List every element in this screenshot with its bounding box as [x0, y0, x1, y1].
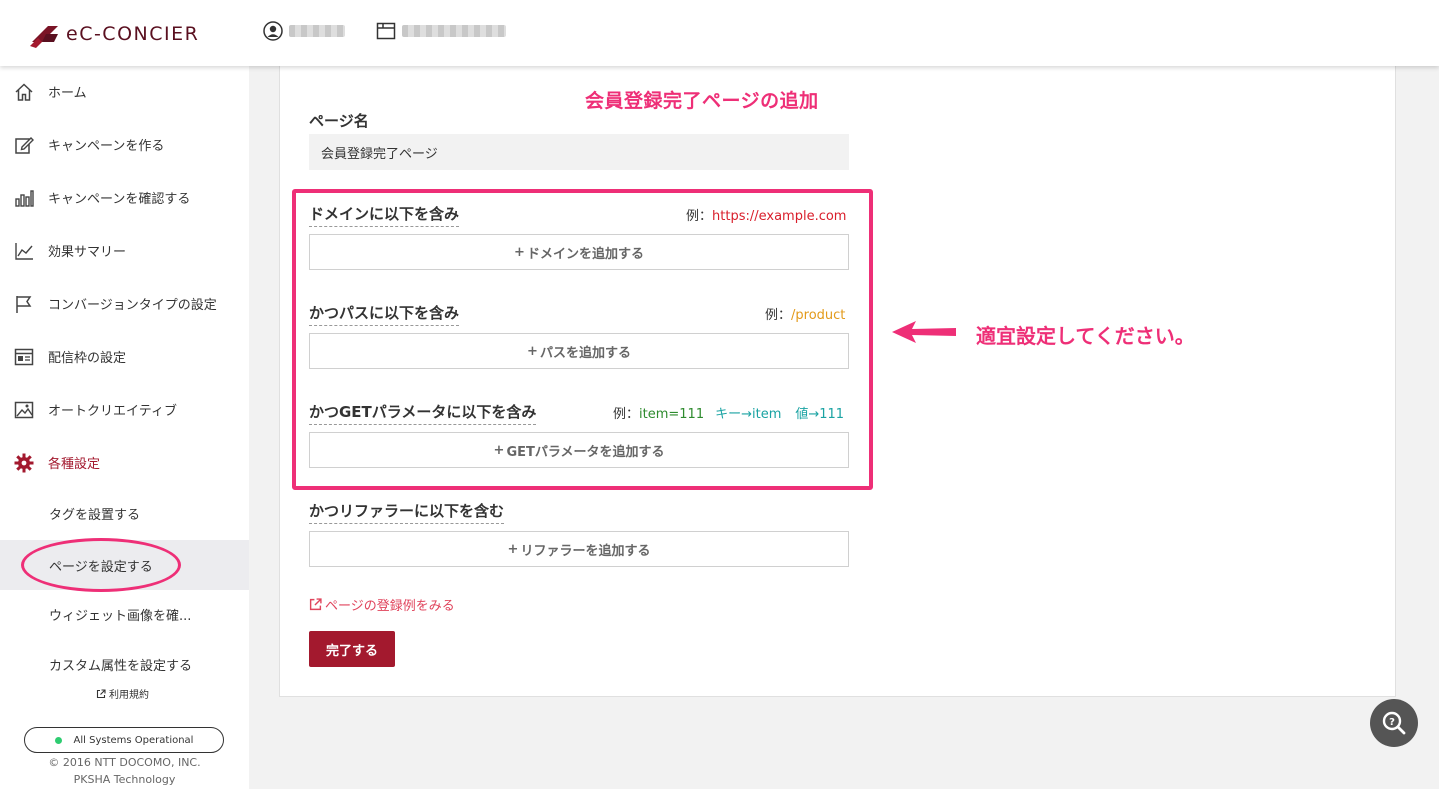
add-domain-label: ドメインを追加する [526, 246, 644, 262]
sidebar-item-settings[interactable]: 各種設定 [0, 436, 249, 489]
sidebar-subitem-widget[interactable]: ウィジェット画像を確... [0, 589, 249, 639]
add-referrer-label: リファラーを追加する [520, 543, 651, 559]
flag-icon [13, 293, 35, 315]
domain-example-value: https://example.com [712, 209, 847, 224]
page-name-label: ページ名 [309, 112, 369, 130]
get-param-label: かつGETパラメータに以下を含み [309, 401, 537, 425]
logo[interactable]: eC-CONCIER [28, 18, 199, 50]
sidebar-item-check-campaign[interactable]: キャンペーンを確認する [0, 171, 249, 224]
plus-icon: + [527, 343, 538, 359]
window-icon [376, 22, 396, 40]
add-get-param-label: GETパラメータを追加する [506, 444, 665, 460]
add-referrer-button[interactable]: + リファラーを追加する [309, 531, 849, 567]
bar-chart-icon [13, 187, 35, 209]
sidebar-subitem-page[interactable]: ページを設定する [0, 540, 249, 590]
account-menu[interactable] [376, 21, 506, 41]
example-prefix: 例： [613, 407, 640, 422]
sidebar-item-create-campaign[interactable]: キャンペーンを作る [0, 118, 249, 171]
svg-text:?: ? [1389, 717, 1395, 728]
add-get-param-button[interactable]: + GETパラメータを追加する [309, 432, 849, 468]
add-domain-button[interactable]: + ドメインを追加する [309, 234, 849, 270]
copyright-line-1: © 2016 NTT DOCOMO, INC. [48, 756, 201, 769]
status-ok-icon [54, 736, 62, 744]
example-prefix: 例： [765, 308, 792, 323]
sidebar-item-label: オートクリエイティブ [48, 404, 177, 419]
plus-icon: + [507, 541, 519, 557]
sidebar-item-label: 各種設定 [48, 457, 101, 472]
sidebar-item-label: キャンペーンを作る [48, 139, 165, 154]
copyright-line-2: PKSHA Technology [73, 773, 176, 786]
sidebar-subitem-tag[interactable]: タグを設置する [0, 488, 249, 538]
sidebar-item-label: 配信枠の設定 [48, 351, 127, 366]
plus-icon: + [493, 442, 505, 458]
plus-icon: + [514, 244, 525, 260]
done-button[interactable]: 完了する [309, 631, 395, 667]
username-redacted [289, 25, 345, 37]
annotation-title: 会員登録完了ページの追加 [585, 90, 819, 112]
image-icon [13, 399, 35, 421]
external-link-icon [96, 688, 106, 698]
gear-icon [13, 452, 35, 474]
search-help-icon: ? [1382, 711, 1406, 735]
path-label: かつパスに以下を含み [309, 302, 460, 326]
sidebar-item-auto-creative[interactable]: オートクリエイティブ [0, 383, 249, 436]
add-path-label: パスを追加する [539, 345, 631, 361]
get-example-key: キー→item [715, 407, 782, 422]
edit-icon [13, 134, 35, 156]
window-icon [13, 346, 35, 368]
get-param-example: 例：item=111 キー→item 値→111 [613, 403, 844, 422]
sidebar-item-conversion-type[interactable]: コンバージョンタイプの設定 [0, 277, 249, 330]
logo-text: eC-CONCIER [66, 23, 200, 45]
example-prefix: 例： [686, 209, 713, 224]
sidebar: ホーム キャンペーンを作る キャンペーンを確認する 効果サマリー コンバージョン… [0, 66, 249, 789]
domain-label: ドメインに以下を含み [309, 203, 460, 227]
account-redacted [402, 25, 506, 37]
path-example: 例：/product [765, 304, 845, 323]
sidebar-item-label: コンバージョンタイプの設定 [48, 298, 217, 313]
get-example-value: item=111 [639, 407, 705, 422]
sidebar-item-placement[interactable]: 配信枠の設定 [0, 330, 249, 383]
sidebar-item-home[interactable]: ホーム [0, 65, 249, 118]
sidebar-item-summary[interactable]: 効果サマリー [0, 224, 249, 277]
copyright: © 2016 NTT DOCOMO, INC. PKSHA Technology [0, 754, 249, 788]
terms-link[interactable]: 利用規約 [96, 686, 149, 701]
home-icon [13, 81, 35, 103]
path-example-value: /product [791, 308, 846, 323]
sidebar-subitem-custom-attr[interactable]: カスタム属性を設定する [0, 639, 249, 689]
terms-label: 利用規約 [109, 690, 149, 701]
help-button[interactable]: ? [1370, 699, 1418, 747]
domain-example: 例：https://example.com [686, 205, 846, 224]
external-link-icon [309, 598, 322, 611]
line-chart-icon [13, 240, 35, 262]
page-name-input[interactable]: 会員登録完了ページ [309, 134, 849, 170]
status-label: All Systems Operational [73, 734, 194, 746]
sidebar-item-label: 効果サマリー [48, 245, 127, 260]
top-header: eC-CONCIER [0, 0, 1439, 66]
sidebar-item-label: ホーム [48, 86, 87, 101]
example-link[interactable]: ページの登録例をみる [309, 595, 455, 614]
annotation-side-note: 適宜設定してください。 [976, 324, 1195, 348]
get-example-val: 値→111 [795, 407, 845, 422]
example-link-label: ページの登録例をみる [325, 599, 455, 614]
logo-mark-icon [30, 26, 58, 48]
user-menu[interactable] [263, 21, 345, 41]
status-badge[interactable]: All Systems Operational [24, 727, 224, 753]
user-circle-icon [263, 21, 283, 41]
referrer-label: かつリファラーに以下を含む [309, 500, 505, 524]
add-path-button[interactable]: + パスを追加する [309, 333, 849, 369]
sidebar-item-label: キャンペーンを確認する [48, 192, 191, 207]
arrow-left-icon [892, 321, 956, 343]
